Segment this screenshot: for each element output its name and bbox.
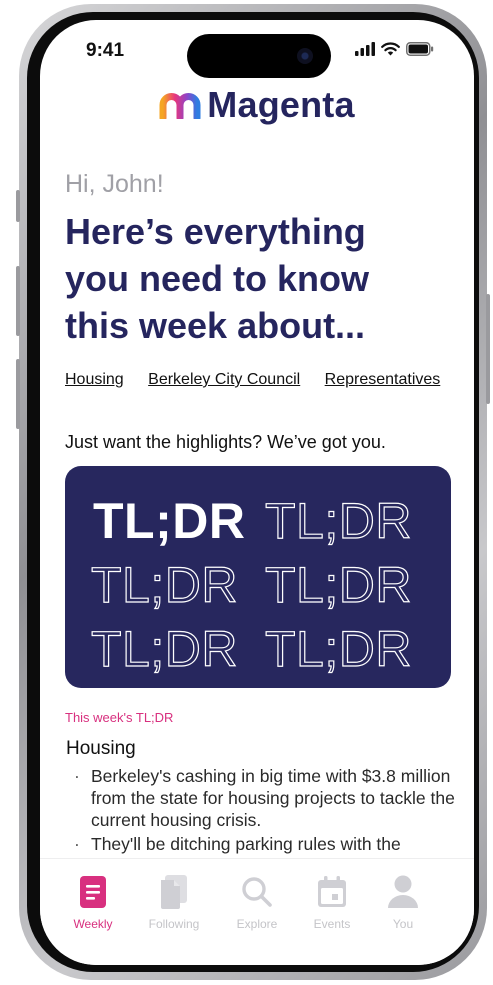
tldr-word-outline: TL;DR	[265, 557, 412, 613]
tab-explore[interactable]: Explore	[222, 873, 292, 931]
tldr-word-outline: TL;DR	[91, 557, 238, 613]
following-document-icon	[161, 875, 187, 909]
tab-you[interactable]: You	[368, 873, 438, 931]
calendar-icon	[318, 876, 346, 907]
bullet-text: They'll be ditching parking rules with t…	[91, 834, 401, 854]
dynamic-island	[187, 34, 331, 78]
list-item: · They'll be ditching parking rules with …	[74, 833, 459, 855]
tab-label: Explore	[236, 917, 278, 931]
volume-down-button	[16, 359, 20, 429]
search-icon	[242, 877, 272, 907]
tab-bar: Weekly Following Explore Events You	[40, 858, 474, 965]
tab-label: Weekly	[73, 917, 113, 931]
bullet-list: · Berkeley's cashing in big time with $3.…	[74, 765, 459, 857]
this-week-label: This week's TL;DR	[65, 710, 174, 725]
highlights-label: Just want the highlights? We’ve got you.	[65, 432, 386, 452]
tab-label: You	[392, 917, 414, 931]
signal-icon	[355, 42, 375, 56]
app-screen: 9:41 Magenta Hi, John! Here’s everything…	[40, 20, 474, 965]
power-button	[486, 294, 490, 404]
status-time: 9:41	[86, 40, 125, 61]
weekly-document-icon	[80, 876, 106, 908]
tldr-wordmark-pattern: TL;DR TL;DR TL;DR TL;DR TL;DR TL;DR	[90, 492, 412, 677]
tab-label: Events	[313, 917, 351, 931]
tab-weekly[interactable]: Weekly	[58, 873, 128, 931]
tab-events[interactable]: Events	[297, 873, 367, 931]
greeting: Hi, John!	[65, 170, 164, 198]
tab-following[interactable]: Following	[139, 873, 209, 931]
bullet-text: Berkeley's cashing in big time with $3.8…	[91, 766, 455, 830]
app-name: Magenta	[207, 84, 355, 125]
tldr-word-filled: TL;DR	[93, 493, 245, 549]
tldr-word-outline: TL;DR	[265, 493, 412, 549]
topic-links: Housing Berkeley City Council Representa…	[65, 371, 474, 389]
status-icons	[355, 42, 434, 56]
topic-link-representatives[interactable]: Representatives	[325, 371, 441, 388]
topic-link-berkeley-city-council[interactable]: Berkeley City Council	[148, 371, 300, 388]
app-header: Magenta	[40, 84, 474, 126]
wifi-icon	[381, 42, 400, 56]
topic-link-housing[interactable]: Housing	[65, 371, 124, 388]
tldr-word-outline: TL;DR	[265, 621, 412, 677]
section-title: Housing	[66, 738, 136, 759]
magenta-logo-icon	[159, 93, 201, 119]
bullet-dot: ·	[74, 834, 80, 854]
tldr-word-outline: TL;DR	[91, 621, 238, 677]
battery-icon	[406, 42, 434, 56]
tldr-card[interactable]: TL;DR TL;DR TL;DR TL;DR TL;DR TL;DR	[65, 466, 451, 688]
action-button	[16, 190, 20, 222]
tab-label: Following	[148, 917, 200, 931]
camera-icon	[297, 48, 313, 64]
volume-up-button	[16, 266, 20, 336]
list-item: · Berkeley's cashing in big time with $3.…	[74, 765, 459, 831]
page-title: Here’s everything you need to know this …	[65, 211, 370, 346]
person-icon	[388, 875, 418, 908]
bullet-dot: ·	[74, 766, 80, 786]
